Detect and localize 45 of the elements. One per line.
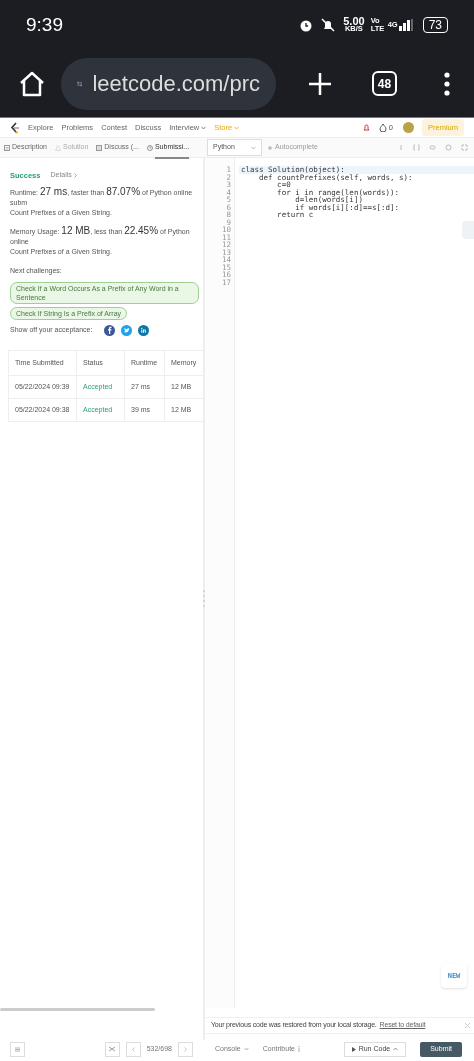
shuffle-button[interactable] [104, 1041, 120, 1057]
previous-button[interactable] [125, 1041, 141, 1057]
braces-icon[interactable] [413, 144, 420, 151]
battery-icon: 73 [422, 17, 448, 33]
dot-icon [268, 145, 272, 150]
flask-icon [55, 144, 61, 151]
signal-icon [398, 19, 413, 31]
linkedin-icon[interactable] [138, 324, 149, 336]
net-speed: 5.00 [343, 17, 365, 25]
tab-count-button[interactable]: 48 [372, 71, 397, 96]
play-icon [351, 1046, 356, 1052]
alarm-icon [299, 18, 314, 32]
fullscreen-icon[interactable] [461, 144, 468, 151]
chevron-icon [243, 1047, 249, 1051]
info-icon[interactable] [398, 144, 404, 151]
clock: 9:39 [26, 12, 63, 37]
chevron-right-icon [73, 173, 77, 179]
url-text: leetcode.com/prc [92, 70, 260, 98]
avatar-icon[interactable] [403, 122, 414, 133]
drag-handle-icon[interactable] [203, 589, 205, 609]
settings-icon[interactable] [445, 144, 452, 151]
problem-list-button[interactable] [10, 1041, 25, 1057]
chevron-icon [234, 125, 240, 130]
chat-icon [96, 144, 103, 151]
list-icon [15, 1046, 20, 1052]
plus-icon[interactable] [308, 71, 332, 96]
facebook-icon[interactable] [104, 324, 115, 336]
chevron-icon [251, 145, 256, 150]
twitter-icon[interactable] [121, 324, 132, 336]
chevron-right-icon [184, 1046, 187, 1052]
url-bar[interactable]: leetcode.com/prc [61, 57, 276, 110]
home-icon[interactable] [18, 70, 46, 97]
shuffle-icon [109, 1046, 116, 1052]
close-icon[interactable] [465, 1023, 470, 1028]
logo-icon[interactable] [10, 121, 20, 134]
flame-icon [378, 123, 387, 132]
chevron-left-icon [131, 1046, 135, 1052]
reset-icon[interactable] [429, 144, 436, 151]
chevron-icon [393, 1047, 399, 1051]
next-button[interactable] [178, 1041, 193, 1057]
clock-icon [146, 144, 153, 151]
menu-icon[interactable] [444, 71, 450, 96]
bell-icon[interactable] [361, 123, 371, 132]
chevron-icon [201, 125, 207, 130]
document-icon [4, 144, 10, 151]
